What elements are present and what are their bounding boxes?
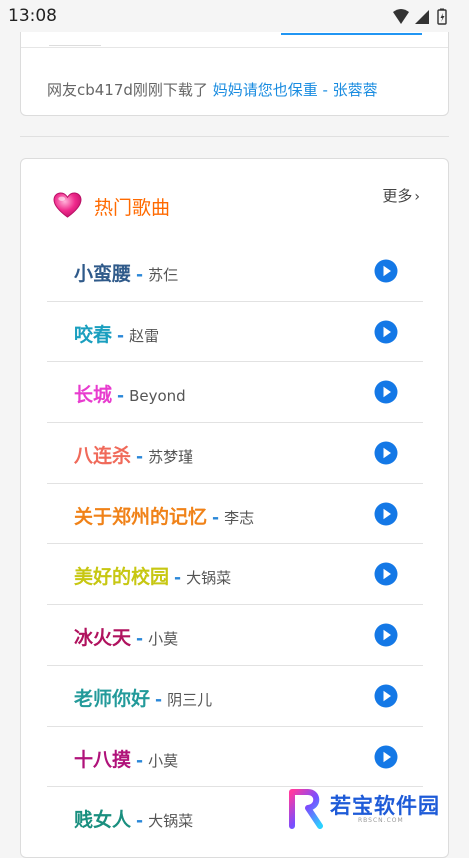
- active-tab-indicator: [281, 33, 422, 35]
- song-artist: 阴三儿: [167, 690, 213, 709]
- song-separator: -: [174, 568, 182, 589]
- song-row[interactable]: 老师你好 - 阴三儿: [47, 666, 423, 727]
- watermark-r-icon: [289, 789, 323, 829]
- song-row[interactable]: 小蛮腰 - 苏仨: [47, 241, 423, 302]
- song-title-line[interactable]: 咬春 - 赵雷: [74, 320, 159, 347]
- play-circle-icon[interactable]: [374, 684, 398, 708]
- song-title-line[interactable]: 小蛮腰 - 苏仨: [74, 259, 178, 286]
- song-row[interactable]: 美好的校园 - 大锅菜: [47, 544, 423, 606]
- song-separator: -: [212, 507, 220, 528]
- song-separator: -: [155, 689, 163, 710]
- song-row[interactable]: 八连杀 - 苏梦瑾: [47, 423, 423, 484]
- song-title-line[interactable]: 关于郑州的记忆 - 李志: [74, 502, 254, 529]
- song-title-line[interactable]: 冰火天 - 小莫: [74, 623, 178, 650]
- song-title: 老师你好: [74, 687, 151, 710]
- song-title: 八连杀: [74, 445, 132, 468]
- play-circle-icon[interactable]: [374, 441, 398, 465]
- more-label: 更多: [382, 187, 413, 205]
- search-input-fragment[interactable]: [49, 33, 101, 46]
- song-separator: -: [136, 629, 144, 650]
- battery-icon: [437, 8, 447, 25]
- song-title: 小蛮腰: [74, 263, 132, 285]
- download-notice: 网友cb417d刚刚下载了 妈妈请您也保重 - 张蓉蓉: [47, 79, 378, 100]
- song-artist: 李志: [224, 508, 255, 527]
- download-notice-song-link[interactable]: 妈妈请您也保重 - 张蓉蓉: [213, 81, 378, 99]
- song-title-line[interactable]: 八连杀 - 苏梦瑾: [74, 441, 193, 468]
- chevron-right-icon: ›: [414, 189, 420, 205]
- divider: [21, 47, 448, 48]
- watermark-text: 若宝软件园: [330, 794, 440, 818]
- song-artist: Beyond: [129, 387, 186, 406]
- signal-icon: [415, 10, 429, 24]
- hot-songs-header: 热门歌曲 更多 ›: [21, 159, 448, 239]
- status-bar: 13:08: [0, 0, 469, 32]
- wifi-icon: [393, 9, 409, 24]
- play-circle-icon[interactable]: [374, 745, 398, 769]
- song-artist: 苏梦瑾: [148, 448, 194, 467]
- song-title-line[interactable]: 美好的校园 - 大锅菜: [74, 562, 231, 589]
- song-artist: 大锅菜: [186, 569, 232, 588]
- song-artist: 小莫: [148, 751, 179, 770]
- song-artist: 苏仨: [148, 266, 179, 284]
- hot-songs-card: 热门歌曲 更多 › 小蛮腰 - 苏仨 咬春 - 赵雷 长城 - Beyond 八连杀 - 苏梦瑾: [20, 158, 449, 858]
- song-title-line[interactable]: 贱女人 - 大锅菜: [74, 805, 193, 832]
- song-separator: -: [136, 750, 144, 771]
- watermark-subtext: RBSCN.COM: [358, 817, 404, 824]
- song-separator: -: [117, 386, 125, 407]
- song-separator: -: [117, 325, 125, 346]
- play-circle-icon[interactable]: [374, 562, 398, 586]
- song-artist: 赵雷: [129, 326, 160, 345]
- song-artist: 小莫: [148, 630, 179, 649]
- song-title-line[interactable]: 老师你好 - 阴三儿: [74, 684, 212, 711]
- song-row[interactable]: 冰火天 - 小莫: [47, 605, 423, 666]
- song-title: 贱女人: [74, 809, 132, 832]
- section-divider: [20, 136, 449, 137]
- song-separator: -: [136, 447, 144, 468]
- song-row[interactable]: 关于郑州的记忆 - 李志: [47, 484, 423, 545]
- play-circle-icon[interactable]: [374, 623, 398, 647]
- song-title: 关于郑州的记忆: [74, 505, 208, 528]
- more-button[interactable]: 更多 ›: [382, 185, 420, 206]
- song-title: 长城: [74, 384, 113, 407]
- song-title: 美好的校园: [74, 566, 170, 589]
- heart-icon: [53, 192, 82, 218]
- status-icons: [393, 8, 447, 25]
- song-title: 冰火天: [74, 627, 132, 650]
- song-title-line[interactable]: 长城 - Beyond: [74, 380, 186, 407]
- song-row[interactable]: 咬春 - 赵雷: [47, 302, 423, 363]
- song-separator: -: [136, 811, 144, 832]
- song-row[interactable]: 长城 - Beyond: [47, 362, 423, 424]
- play-circle-icon[interactable]: [374, 502, 398, 526]
- song-separator: -: [136, 265, 144, 285]
- song-title: 咬春: [74, 323, 113, 346]
- hot-songs-list: 小蛮腰 - 苏仨 咬春 - 赵雷 长城 - Beyond 八连杀 - 苏梦瑾 关于郑州的记忆 - 李…: [47, 241, 423, 847]
- status-time: 13:08: [8, 6, 57, 26]
- song-row[interactable]: 十八摸 - 小莫: [47, 727, 423, 788]
- song-artist: 大锅菜: [148, 812, 194, 831]
- download-notice-prefix: 网友cb417d刚刚下载了: [47, 81, 208, 99]
- hot-songs-title: 热门歌曲: [94, 197, 171, 219]
- play-circle-icon[interactable]: [374, 380, 398, 404]
- song-title-line[interactable]: 十八摸 - 小莫: [74, 745, 178, 772]
- play-circle-icon[interactable]: [374, 259, 398, 283]
- play-circle-icon[interactable]: [374, 320, 398, 344]
- watermark-logo: 若宝软件园 RBSCN.COM: [286, 786, 456, 832]
- song-title: 十八摸: [74, 748, 132, 771]
